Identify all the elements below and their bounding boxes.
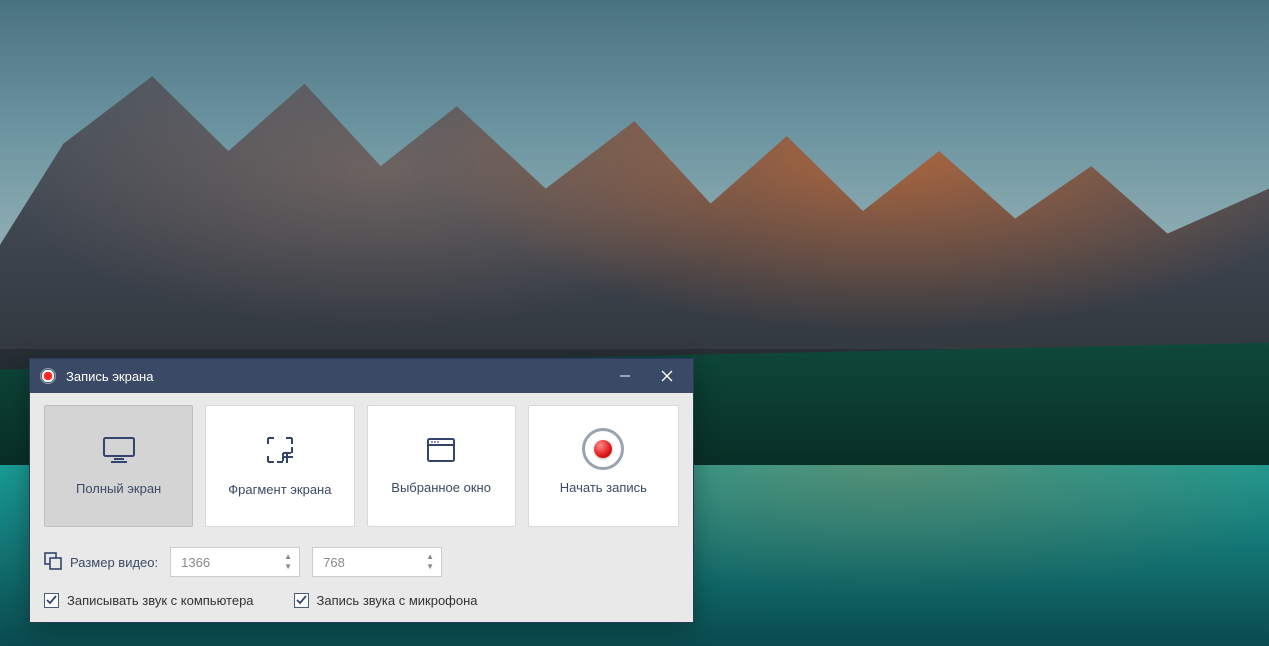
record-icon [582,428,624,470]
audio-checks-row: Записывать звук с компьютера Запись звук… [44,593,679,608]
record-mic-audio-checkbox[interactable]: Запись звука с микрофона [294,593,478,608]
resize-icon [44,552,62,573]
height-field[interactable] [313,548,441,576]
video-size-label-group: Размер видео: [44,552,158,573]
mode-label: Фрагмент экрана [228,482,331,497]
mode-label: Выбранное окно [391,480,491,495]
width-input[interactable]: ▲ ▼ [170,547,300,577]
record-label: Начать запись [560,480,647,495]
video-size-label: Размер видео: [70,555,158,570]
mode-fullscreen[interactable]: Полный экран [44,405,193,527]
app-icon [40,368,56,384]
minimize-button[interactable] [609,359,641,393]
record-computer-audio-checkbox[interactable]: Записывать звук с компьютера [44,593,254,608]
window-title: Запись экрана [66,369,599,384]
mode-label: Полный экран [76,481,161,496]
stepper-down-icon[interactable]: ▼ [281,563,295,571]
height-input[interactable]: ▲ ▼ [312,547,442,577]
stepper-down-icon[interactable]: ▼ [423,563,437,571]
crop-icon [265,435,295,468]
stepper-up-icon[interactable]: ▲ [423,553,437,561]
monitor-icon [102,436,136,467]
window-icon [426,437,456,466]
close-button[interactable] [651,359,683,393]
size-row: Размер видео: ▲ ▼ ▲ ▼ [44,547,679,577]
checkbox-label: Запись звука с микрофона [317,593,478,608]
checkbox-label: Записывать звук с компьютера [67,593,254,608]
titlebar[interactable]: Запись экрана [30,359,693,393]
window-body: Полный экран Фрагмент экрана [30,393,693,622]
checkbox-checked-icon [44,593,59,608]
width-stepper[interactable]: ▲ ▼ [281,550,295,574]
height-stepper[interactable]: ▲ ▼ [423,550,437,574]
mode-fragment[interactable]: Фрагмент экрана [205,405,354,527]
start-record-button[interactable]: Начать запись [528,405,679,527]
mode-row: Полный экран Фрагмент экрана [44,405,679,527]
stepper-up-icon[interactable]: ▲ [281,553,295,561]
screen-recorder-window: Запись экрана Полный экран [29,358,694,623]
mode-selected-window[interactable]: Выбранное окно [367,405,516,527]
checkbox-checked-icon [294,593,309,608]
width-field[interactable] [171,548,299,576]
